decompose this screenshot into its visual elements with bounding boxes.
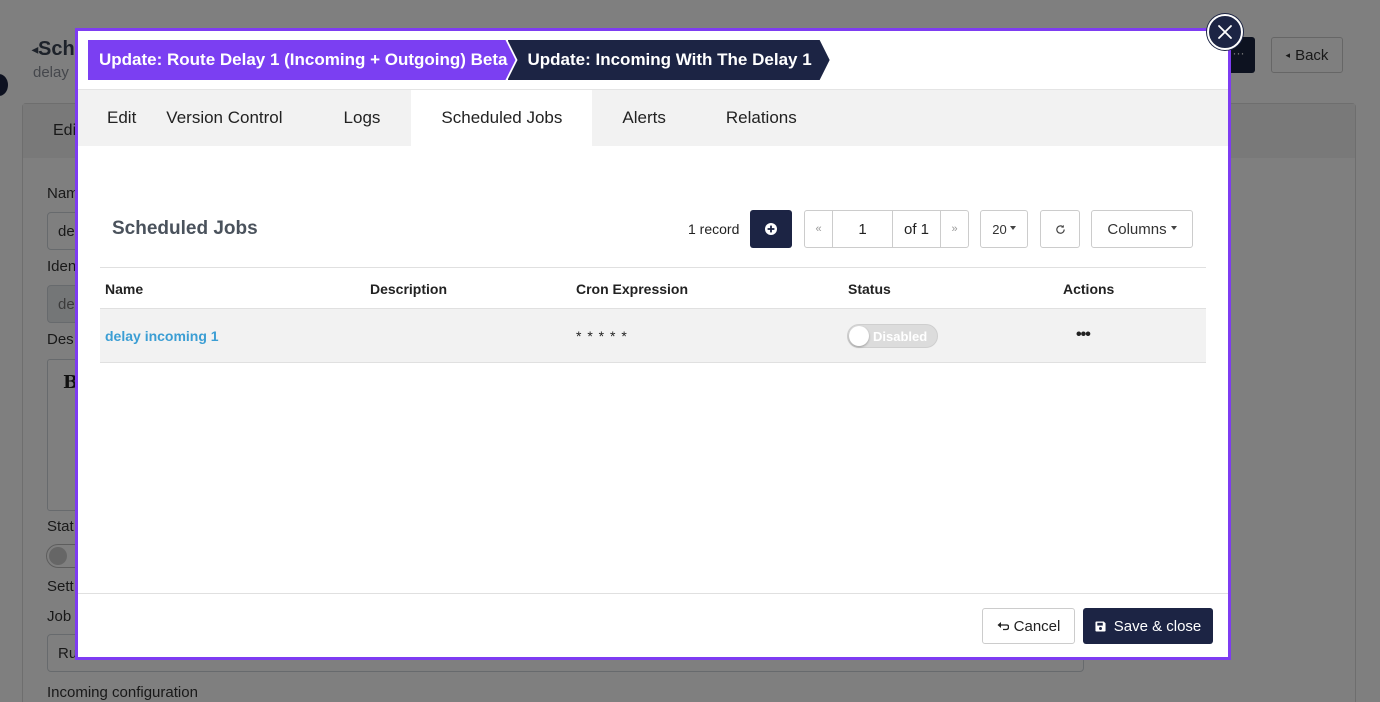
column-header-status[interactable]: Status (848, 281, 891, 297)
tab-alerts[interactable]: Alerts (592, 90, 695, 146)
refresh-icon (1055, 224, 1065, 234)
refresh-button[interactable] (1040, 210, 1080, 248)
close-modal-button[interactable] (1207, 14, 1243, 50)
save-icon (1095, 620, 1106, 632)
tab-logs[interactable]: Logs (313, 90, 412, 146)
last-page-button[interactable]: » (941, 211, 968, 247)
tab-relations[interactable]: Relations (696, 90, 827, 146)
plus-circle-icon (765, 223, 777, 235)
update-modal: Update: Route Delay 1 (Incoming + Outgoi… (75, 28, 1231, 660)
columns-label: Columns (1107, 220, 1167, 238)
status-switch[interactable]: Disabled (847, 324, 938, 348)
pagination: « 1 of 1 » (804, 210, 969, 248)
column-header-actions: Actions (1063, 281, 1115, 297)
add-job-button[interactable] (750, 210, 792, 248)
status-switch-label: Disabled (873, 329, 928, 344)
record-count: 1 record (688, 221, 740, 237)
tab-edit[interactable]: Edit (78, 90, 166, 146)
close-icon (1218, 25, 1232, 39)
page-input[interactable]: 1 (832, 211, 893, 247)
section-title: Scheduled Jobs (112, 218, 258, 239)
tab-scheduled-jobs[interactable]: Scheduled Jobs (411, 90, 593, 146)
table-row[interactable]: delay incoming 1 * * * * * Disabled ••• (100, 309, 1206, 363)
first-page-button[interactable]: « (805, 211, 832, 247)
page-total: of 1 (893, 211, 941, 247)
column-header-cron[interactable]: Cron Expression (576, 281, 688, 297)
tab-bar: Edit Version Control Logs Scheduled Jobs… (78, 90, 1228, 146)
save-and-close-button[interactable]: Save & close (1083, 608, 1213, 644)
undo-icon (997, 622, 1009, 631)
table-header: Name Description Cron Expression Status … (100, 267, 1206, 309)
job-cron-expression: * * * * * (576, 328, 628, 344)
page-size-dropdown[interactable]: 20 (980, 210, 1028, 248)
breadcrumb-item-route[interactable]: Update: Route Delay 1 (Incoming + Outgoi… (88, 40, 516, 80)
tab-version-control[interactable]: Version Control (166, 90, 312, 146)
column-header-name[interactable]: Name (105, 281, 143, 297)
breadcrumb-item-incoming: Update: Incoming With The Delay 1 (508, 40, 830, 80)
columns-dropdown[interactable]: Columns (1091, 210, 1193, 248)
breadcrumb: Update: Route Delay 1 (Incoming + Outgoi… (88, 40, 830, 80)
footer-divider (78, 593, 1228, 594)
save-button-label: Save & close (1113, 617, 1202, 635)
job-name-link[interactable]: delay incoming 1 (105, 328, 219, 344)
scheduled-jobs-table: Name Description Cron Expression Status … (100, 267, 1206, 363)
page-size-value: 20 (992, 221, 1007, 237)
caret-down-icon (1170, 226, 1177, 230)
cancel-button-label: Cancel (1013, 617, 1061, 635)
row-actions-menu-icon[interactable]: ••• (1076, 326, 1091, 344)
caret-down-icon (1009, 226, 1016, 230)
switch-knob (849, 326, 869, 346)
cancel-button[interactable]: Cancel (982, 608, 1075, 644)
column-header-description[interactable]: Description (370, 281, 447, 297)
